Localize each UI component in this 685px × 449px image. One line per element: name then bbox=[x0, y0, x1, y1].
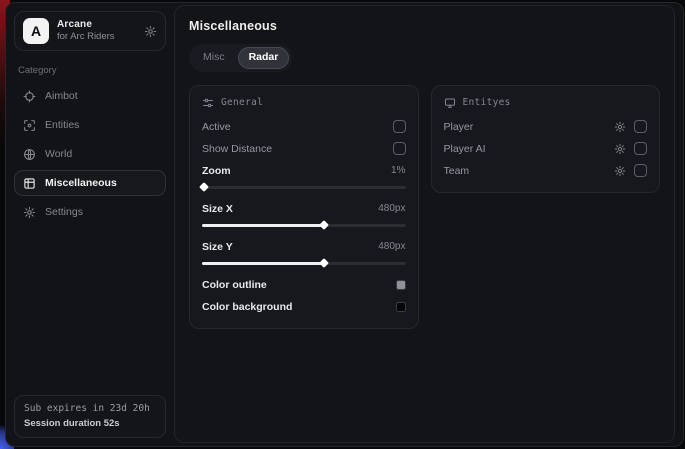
color-outline-swatch[interactable] bbox=[396, 280, 406, 290]
slider-fill bbox=[202, 224, 324, 227]
sidebar-nav: Aimbot Entities World bbox=[14, 83, 166, 228]
sidebar-item-settings[interactable]: Settings bbox=[14, 199, 166, 225]
app-name: Arcane bbox=[57, 19, 115, 30]
app-logo: A bbox=[23, 18, 49, 44]
sidebar-item-miscellaneous[interactable]: Miscellaneous bbox=[14, 170, 166, 196]
zoom-row: Zoom 1% bbox=[202, 160, 406, 182]
grid-icon bbox=[23, 177, 36, 190]
slider-thumb[interactable] bbox=[319, 220, 329, 230]
player-ai-row: Player AI bbox=[444, 138, 648, 160]
size-y-slider[interactable] bbox=[202, 262, 406, 265]
size-y-label: Size Y bbox=[202, 241, 233, 253]
size-x-row: Size X 480px bbox=[202, 198, 406, 220]
sliders-icon bbox=[202, 97, 214, 109]
sub-expires-text: Sub expires in 23d 20h bbox=[24, 403, 156, 414]
zoom-value: 1% bbox=[391, 165, 405, 176]
color-outline-label: Color outline bbox=[202, 279, 267, 291]
player-ai-controls bbox=[614, 142, 647, 155]
subscription-box: Sub expires in 23d 20h Session duration … bbox=[14, 395, 166, 438]
show-distance-row: Show Distance bbox=[202, 138, 406, 160]
slider-thumb[interactable] bbox=[199, 182, 209, 192]
size-x-value: 480px bbox=[378, 203, 405, 214]
sidebar-item-label: Entities bbox=[45, 119, 79, 131]
size-x-slider[interactable] bbox=[202, 224, 406, 227]
gear-icon[interactable] bbox=[144, 25, 157, 38]
color-background-swatch[interactable] bbox=[396, 302, 406, 312]
sidebar-item-label: Settings bbox=[45, 206, 83, 218]
player-controls bbox=[614, 120, 647, 133]
globe-icon bbox=[23, 148, 36, 161]
color-background-row: Color background bbox=[202, 296, 406, 318]
tab-misc[interactable]: Misc bbox=[192, 47, 236, 69]
sidebar-item-label: World bbox=[45, 148, 72, 160]
player-ai-label: Player AI bbox=[444, 143, 486, 155]
entities-card-header: Entityes bbox=[444, 94, 648, 116]
sidebar: A Arcane for Arc Riders Category bbox=[6, 3, 174, 446]
show-distance-label: Show Distance bbox=[202, 143, 272, 155]
size-y-value: 480px bbox=[378, 241, 405, 252]
active-row: Active bbox=[202, 116, 406, 138]
zoom-label: Zoom bbox=[202, 165, 231, 177]
main-panel: Miscellaneous Misc Radar General Active bbox=[174, 5, 675, 443]
app-subtitle: for Arc Riders bbox=[57, 32, 115, 42]
player-checkbox[interactable] bbox=[634, 120, 647, 133]
size-y-row: Size Y 480px bbox=[202, 236, 406, 258]
entities-card-title: Entityes bbox=[463, 97, 511, 108]
team-label: Team bbox=[444, 165, 470, 177]
slider-thumb[interactable] bbox=[319, 258, 329, 268]
cards-row: General Active Show Distance Zoom 1% bbox=[189, 85, 660, 329]
gear-icon[interactable] bbox=[614, 165, 626, 177]
gear-icon bbox=[23, 206, 36, 219]
gear-icon[interactable] bbox=[614, 143, 626, 155]
general-card-title: General bbox=[221, 97, 263, 108]
general-card: General Active Show Distance Zoom 1% bbox=[189, 85, 419, 329]
active-checkbox[interactable] bbox=[393, 120, 406, 133]
team-row: Team bbox=[444, 160, 648, 182]
general-card-header: General bbox=[202, 94, 406, 116]
sidebar-item-label: Miscellaneous bbox=[45, 177, 117, 189]
entities-card: Entityes Player P bbox=[431, 85, 661, 193]
app-header-card: A Arcane for Arc Riders bbox=[14, 11, 166, 51]
size-x-label: Size X bbox=[202, 203, 233, 215]
active-label: Active bbox=[202, 121, 231, 133]
category-label: Category bbox=[18, 65, 162, 76]
team-checkbox[interactable] bbox=[634, 164, 647, 177]
team-controls bbox=[614, 164, 647, 177]
tab-radar[interactable]: Radar bbox=[238, 47, 290, 69]
app-meta: Arcane for Arc Riders bbox=[57, 19, 115, 42]
scan-eye-icon bbox=[23, 119, 36, 132]
sidebar-item-entities[interactable]: Entities bbox=[14, 112, 166, 138]
gear-icon[interactable] bbox=[614, 121, 626, 133]
sidebar-item-aimbot[interactable]: Aimbot bbox=[14, 83, 166, 109]
monitor-icon bbox=[444, 97, 456, 109]
page-title: Miscellaneous bbox=[189, 19, 660, 33]
show-distance-checkbox[interactable] bbox=[393, 142, 406, 155]
slider-fill bbox=[202, 262, 324, 265]
color-background-label: Color background bbox=[202, 301, 292, 313]
sidebar-item-label: Aimbot bbox=[45, 90, 78, 102]
tab-group: Misc Radar bbox=[189, 44, 292, 72]
sidebar-item-world[interactable]: World bbox=[14, 141, 166, 167]
player-label: Player bbox=[444, 121, 474, 133]
app-window: A Arcane for Arc Riders Category bbox=[5, 2, 684, 447]
session-duration-text: Session duration 52s bbox=[24, 418, 156, 429]
zoom-slider[interactable] bbox=[202, 186, 406, 189]
crosshair-icon bbox=[23, 90, 36, 103]
player-ai-checkbox[interactable] bbox=[634, 142, 647, 155]
player-row: Player bbox=[444, 116, 648, 138]
color-outline-row: Color outline bbox=[202, 274, 406, 296]
